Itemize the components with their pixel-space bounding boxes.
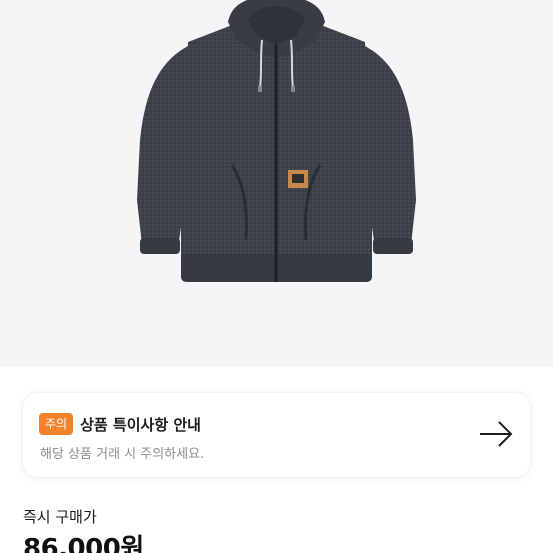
caution-badge: 주의: [39, 413, 74, 435]
product-image[interactable]: [0, 0, 553, 367]
notice-header: 주의 상품 특이사항 안내: [39, 413, 201, 435]
product-page: 주의 상품 특이사항 안내 해당 상품 거래 시 주의하세요. 즉시 구매가 8…: [0, 0, 553, 553]
hoodie-illustration: [137, 0, 416, 282]
arrow-right-icon[interactable]: [478, 419, 514, 449]
price-value: 86,000원: [23, 534, 144, 553]
notice-subtitle: 해당 상품 거래 시 주의하세요.: [40, 447, 205, 462]
notice-title: 상품 특이사항 안내: [80, 415, 201, 434]
price-label: 즉시 구매가: [23, 508, 97, 526]
notice-card[interactable]: 주의 상품 특이사항 안내 해당 상품 거래 시 주의하세요.: [23, 393, 530, 477]
